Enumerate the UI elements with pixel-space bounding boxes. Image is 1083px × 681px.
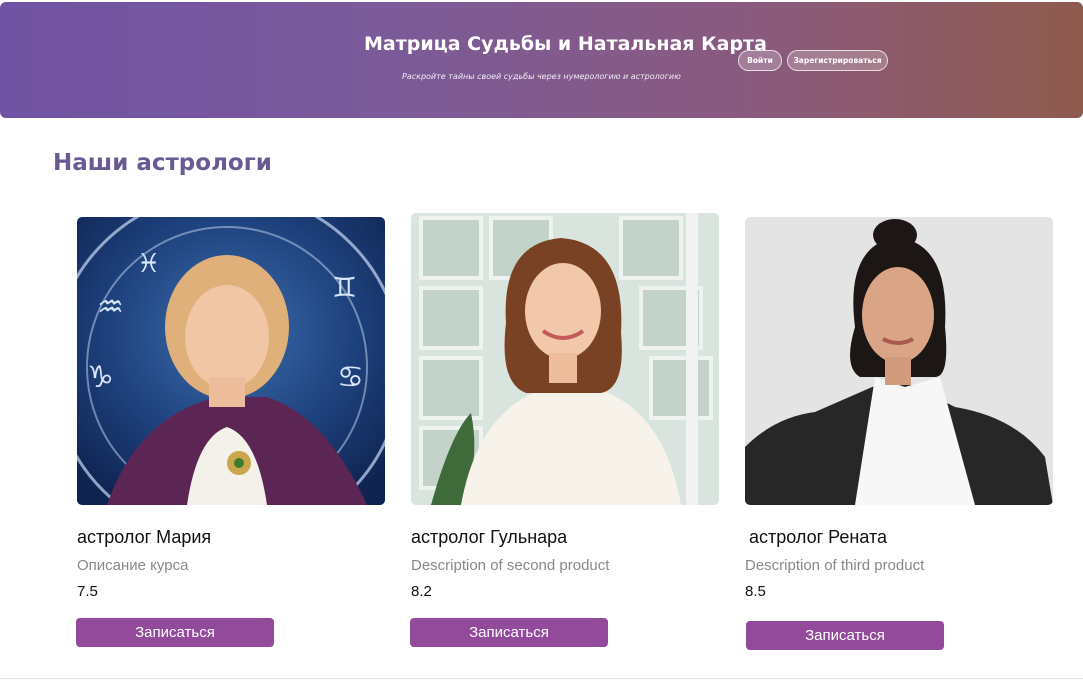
astrologer-rating: 7.5 bbox=[77, 583, 98, 600]
astrologer-name: астролог Рената bbox=[749, 527, 887, 547]
site-subtitle: Раскройте тайны своей судьбы через нумер… bbox=[402, 72, 681, 81]
astrologer-description: Description of second product bbox=[411, 557, 610, 574]
svg-text:♒: ♒ bbox=[97, 290, 124, 325]
astrologer-maria-photo-icon: ♒ ♑ ♊ ♋ ♓ bbox=[77, 217, 385, 505]
astrologer-gulnara-photo-icon bbox=[411, 213, 719, 505]
login-button[interactable]: Войти bbox=[738, 50, 782, 71]
enroll-button[interactable]: Записаться bbox=[410, 618, 608, 647]
astrologer-photo: ♒ ♑ ♊ ♋ ♓ bbox=[77, 217, 385, 505]
astrologer-renata-photo-icon bbox=[745, 217, 1053, 505]
section-title: Наши астрологи bbox=[53, 150, 272, 176]
site-title: Матрица Судьбы и Натальная Карта bbox=[364, 33, 767, 55]
astrologer-photo bbox=[411, 213, 719, 505]
svg-text:♋: ♋ bbox=[337, 360, 364, 395]
astrologer-description: Description of third product bbox=[745, 557, 925, 574]
svg-text:♊: ♊ bbox=[332, 271, 357, 304]
register-button[interactable]: Зарегистрироваться bbox=[787, 50, 888, 71]
enroll-button[interactable]: Записаться bbox=[76, 618, 274, 647]
astrologer-name: астролог Мария bbox=[77, 527, 212, 547]
astrologer-name: астролог Гульнара bbox=[411, 527, 568, 547]
astrologer-photo bbox=[745, 217, 1053, 505]
astrologer-description: Описание курса bbox=[77, 557, 189, 574]
svg-text:♑: ♑ bbox=[87, 360, 114, 395]
astrologer-rating: 8.5 bbox=[745, 583, 766, 600]
astrologer-rating: 8.2 bbox=[411, 583, 432, 600]
page-divider bbox=[0, 678, 1083, 679]
svg-text:♓: ♓ bbox=[137, 249, 160, 279]
enroll-button[interactable]: Записаться bbox=[746, 621, 944, 650]
hero-banner: Матрица Судьбы и Натальная Карта Раскрой… bbox=[0, 2, 1083, 118]
